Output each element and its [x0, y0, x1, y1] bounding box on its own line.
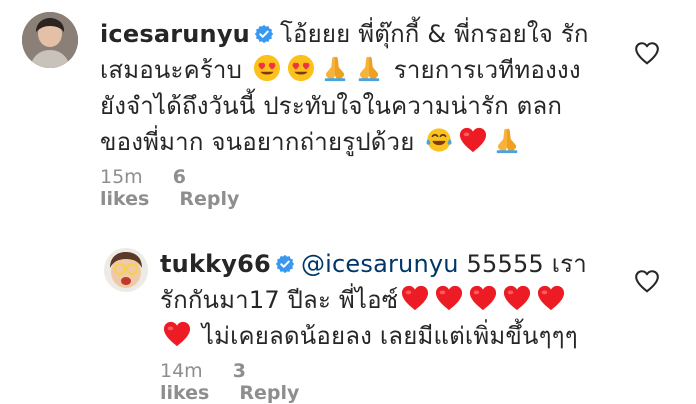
red-heart-emoji	[435, 284, 463, 312]
comment-text-line: ยังจำได้ถึงวันนี้ ประทับใจในความน่ารัก ต…	[100, 92, 563, 120]
comment-meta: 14m 3 likes Reply	[160, 360, 329, 404]
comment-text-line: รายการเวทีทองงง	[393, 56, 581, 84]
avatar-tukky66[interactable]	[104, 248, 148, 292]
red-heart-emoji	[401, 284, 429, 312]
timestamp: 15m	[100, 166, 143, 188]
folded-hands-emoji	[321, 54, 349, 82]
tears-of-joy-emoji	[425, 126, 453, 154]
verified-badge-icon	[275, 254, 295, 274]
username-link[interactable]: tukky66	[160, 250, 271, 278]
comment-body: tukky66 @icesarunyu 55555 เรา รักกันมา17 …	[160, 246, 630, 354]
comment-text-line: โอ้ยยย พี่ตุ๊กกี้ & พี่กรอยใจ รัก	[279, 20, 589, 48]
red-heart-emoji	[503, 284, 531, 312]
red-heart-emoji	[163, 320, 191, 348]
comment-meta: 15m 6 likes Reply	[100, 166, 269, 210]
red-heart-emoji	[537, 284, 565, 312]
username-link[interactable]: icesarunyu	[100, 20, 250, 48]
like-heart-outline-icon[interactable]	[634, 40, 660, 66]
heart-eyes-emoji	[253, 54, 281, 82]
verified-badge-icon	[254, 24, 274, 44]
mention-link[interactable]: @icesarunyu	[301, 250, 459, 278]
like-heart-outline-icon[interactable]	[634, 268, 660, 294]
comment-text-line: เสมอนะคร้าบ	[100, 56, 243, 84]
comment-text-line: ของพี่มาก จนอยากถ่ายรูปด้วย	[100, 128, 415, 156]
heart-eyes-emoji	[287, 54, 315, 82]
comment-text-line: 55555 เรา	[466, 250, 587, 278]
red-heart-emoji	[459, 126, 487, 154]
reply-button[interactable]: Reply	[239, 382, 299, 404]
folded-hands-emoji	[493, 126, 521, 154]
comment-body: icesarunyu โอ้ยยย พี่ตุ๊กกี้ & พี่กรอยใจ …	[100, 16, 600, 160]
reply-button[interactable]: Reply	[179, 188, 239, 210]
avatar-icesarunyu[interactable]	[22, 12, 78, 68]
comment-text-line: รักกันมา17 ปีละ พี่ไอซ์	[160, 286, 399, 314]
red-heart-emoji	[469, 284, 497, 312]
timestamp: 14m	[160, 360, 203, 382]
folded-hands-emoji	[355, 54, 383, 82]
comment-text-line: ไม่เคยลดน้อยลง เลยมีแต่เพิ่มขึ้นๆๆๆ	[201, 322, 578, 350]
